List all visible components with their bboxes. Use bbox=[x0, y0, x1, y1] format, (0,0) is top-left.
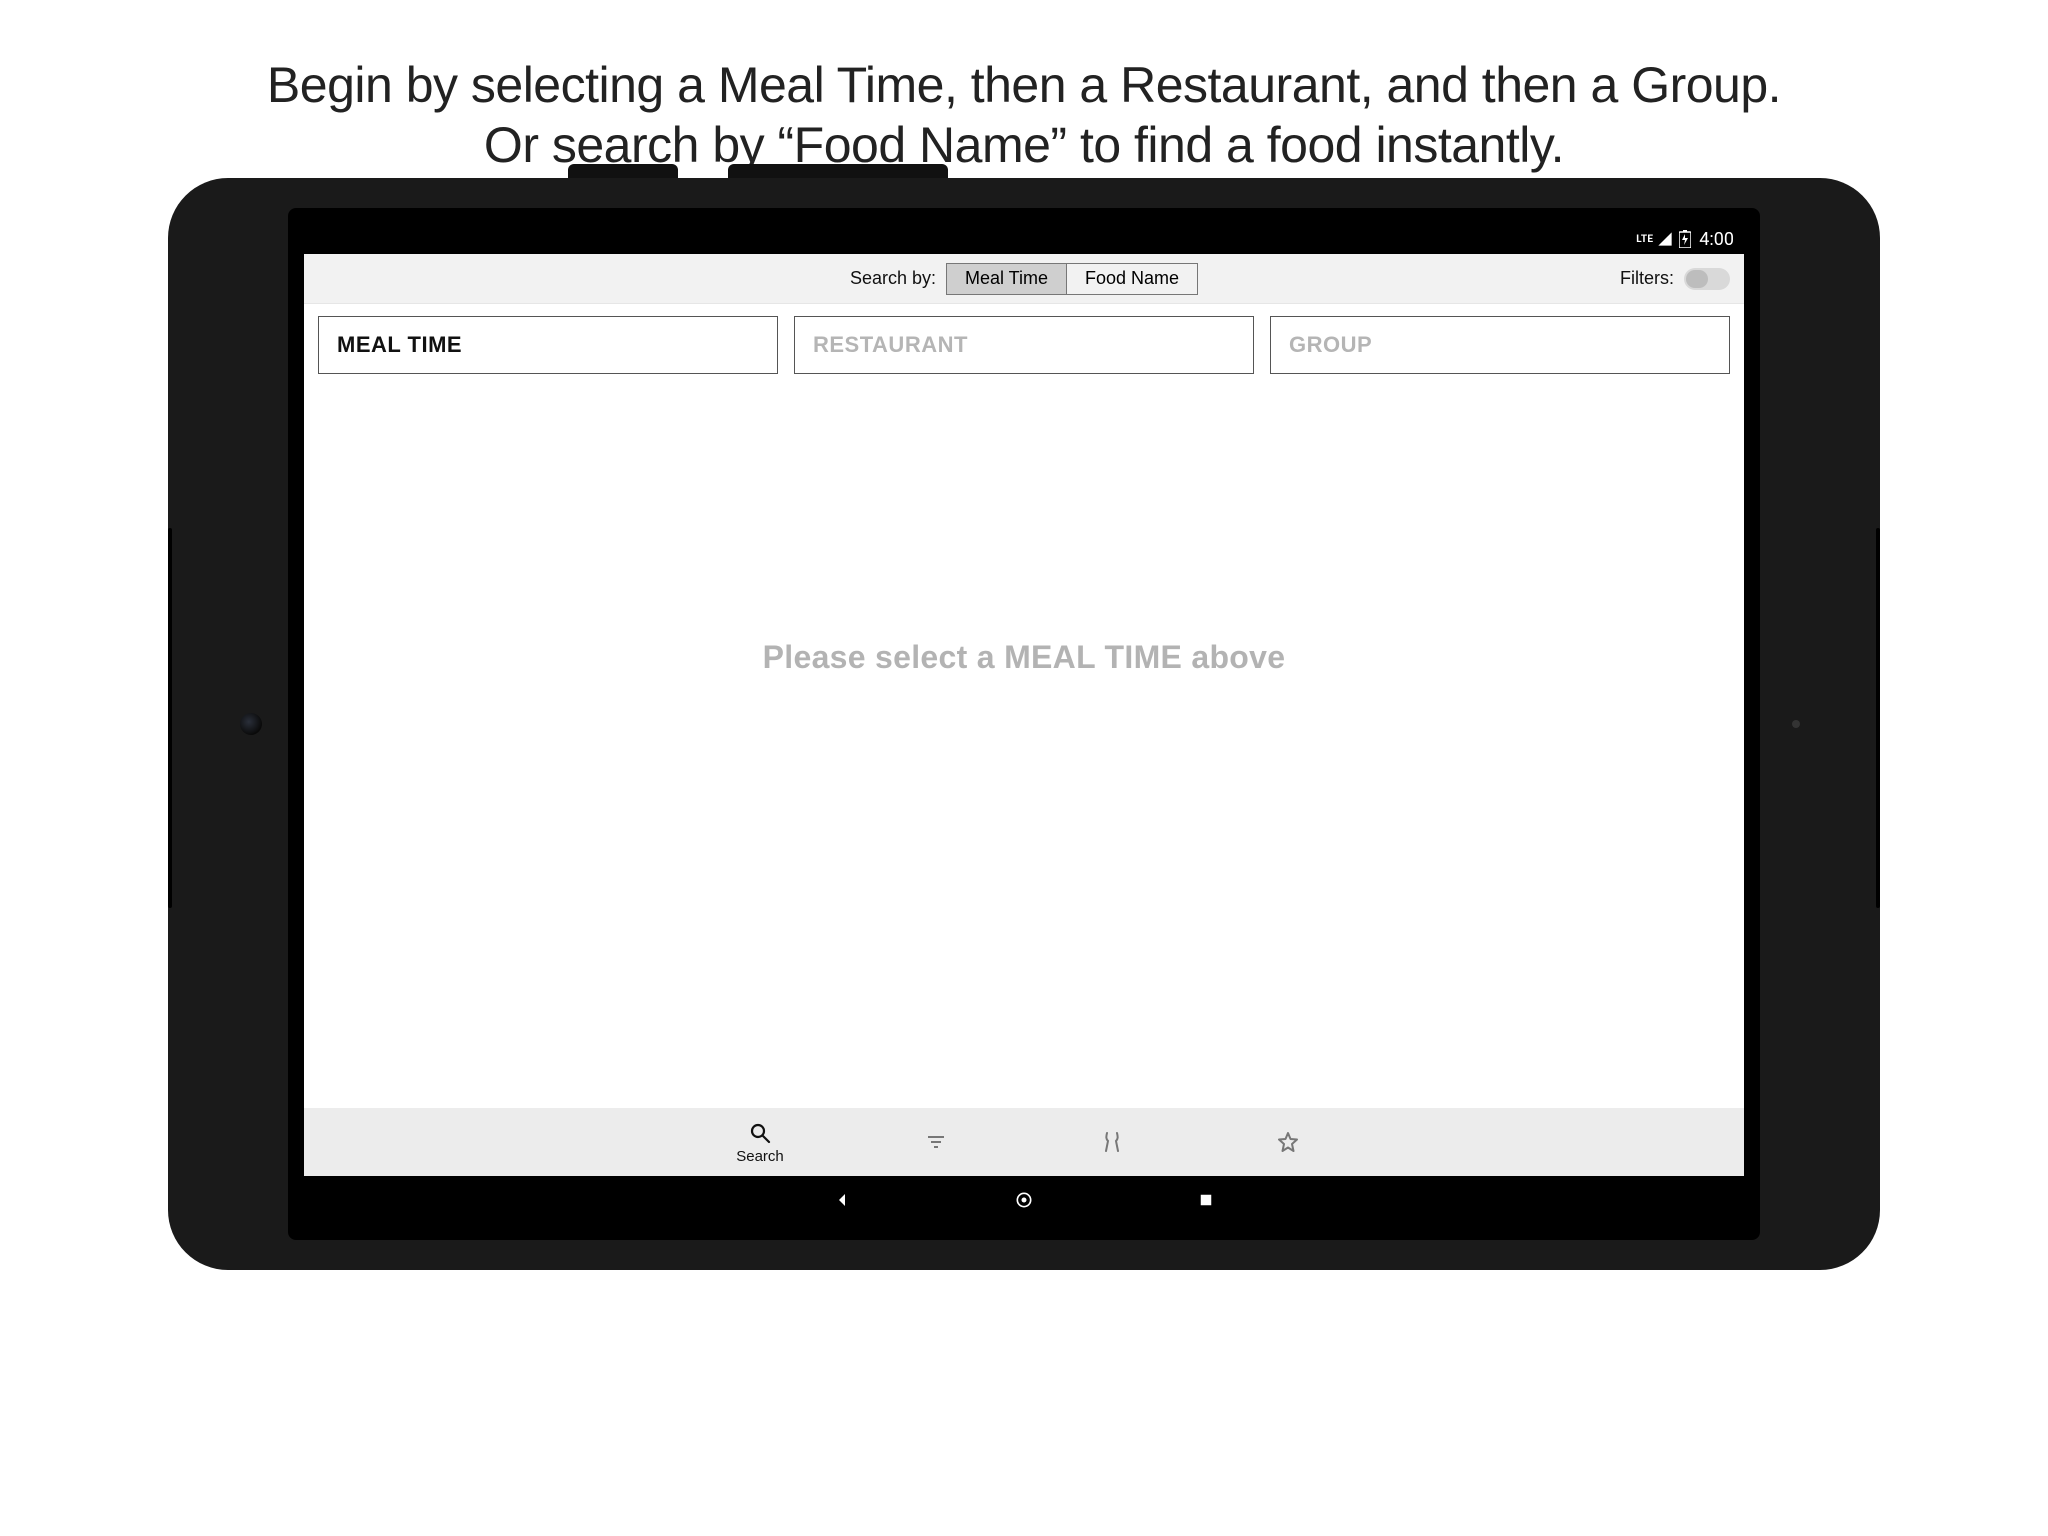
tablet-volume-button bbox=[728, 164, 948, 178]
selector-group-label: GROUP bbox=[1289, 332, 1372, 358]
tablet-power-button bbox=[568, 164, 678, 178]
tablet-sensor bbox=[1792, 720, 1800, 728]
utensils-icon bbox=[1099, 1129, 1125, 1155]
nav-back-icon[interactable] bbox=[831, 1189, 853, 1211]
selector-restaurant[interactable]: RESTAURANT bbox=[794, 316, 1254, 374]
filters-label: Filters: bbox=[1620, 268, 1674, 289]
tablet-right-slit bbox=[1876, 528, 1880, 908]
status-time: 4:00 bbox=[1699, 229, 1734, 250]
network-lte-label: LTE bbox=[1636, 234, 1653, 245]
bottom-tab-bar: Search bbox=[304, 1108, 1744, 1176]
selector-group[interactable]: GROUP bbox=[1270, 316, 1730, 374]
filter-icon bbox=[923, 1129, 949, 1155]
search-by-wrap: Search by: Meal Time Food Name bbox=[850, 263, 1198, 295]
signal-icon bbox=[1657, 231, 1673, 247]
tablet-screen: LTE 4:00 Search by: Meal Time Food Nam bbox=[304, 224, 1744, 1224]
tab-restaurants[interactable] bbox=[1074, 1129, 1150, 1155]
filters-toggle[interactable] bbox=[1684, 268, 1730, 290]
content-area: Please select a MEAL TIME above bbox=[304, 386, 1744, 1108]
instruction-line-2: Or search by “Food Name” to find a food … bbox=[0, 115, 2048, 175]
filters-wrap: Filters: bbox=[1620, 254, 1730, 303]
tablet-bezel: LTE 4:00 Search by: Meal Time Food Nam bbox=[288, 208, 1760, 1240]
tab-favorites[interactable] bbox=[1250, 1129, 1326, 1155]
placeholder-message: Please select a MEAL TIME above bbox=[763, 639, 1286, 676]
tab-search[interactable]: Search bbox=[722, 1120, 798, 1165]
nav-home-icon[interactable] bbox=[1013, 1189, 1035, 1211]
filters-toggle-knob bbox=[1686, 270, 1708, 288]
app-area: Search by: Meal Time Food Name Filters: bbox=[304, 254, 1744, 1176]
selector-meal-time-label: MEAL TIME bbox=[337, 332, 462, 358]
nav-recent-icon[interactable] bbox=[1195, 1189, 1217, 1211]
segment-meal-time[interactable]: Meal Time bbox=[947, 264, 1066, 294]
tablet-camera bbox=[240, 713, 262, 735]
status-bar: LTE 4:00 bbox=[304, 224, 1744, 254]
tablet-left-slit bbox=[168, 528, 172, 908]
selector-row: MEAL TIME RESTAURANT GROUP bbox=[304, 304, 1744, 386]
segmented-control: Meal Time Food Name bbox=[946, 263, 1198, 295]
tablet-frame: LTE 4:00 Search by: Meal Time Food Nam bbox=[168, 178, 1880, 1270]
instruction-text: Begin by selecting a Meal Time, then a R… bbox=[0, 55, 2048, 175]
android-nav-bar bbox=[304, 1176, 1744, 1224]
segment-food-name[interactable]: Food Name bbox=[1066, 264, 1197, 294]
tab-filter[interactable] bbox=[898, 1129, 974, 1155]
instruction-line-1: Begin by selecting a Meal Time, then a R… bbox=[0, 55, 2048, 115]
search-by-label: Search by: bbox=[850, 268, 936, 289]
star-icon bbox=[1275, 1129, 1301, 1155]
tab-search-label: Search bbox=[736, 1148, 784, 1165]
selector-restaurant-label: RESTAURANT bbox=[813, 332, 968, 358]
selector-meal-time[interactable]: MEAL TIME bbox=[318, 316, 778, 374]
app-header: Search by: Meal Time Food Name Filters: bbox=[304, 254, 1744, 304]
battery-charging-icon bbox=[1679, 230, 1691, 248]
search-icon bbox=[747, 1120, 773, 1146]
